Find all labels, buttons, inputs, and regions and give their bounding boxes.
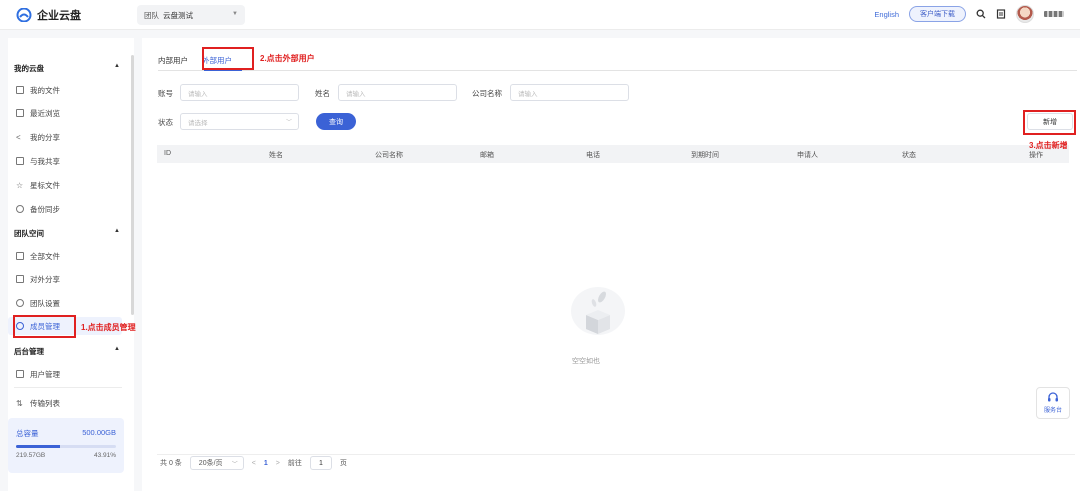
sync-icon	[16, 205, 24, 213]
storage-card: 总容量 500.00GB 219.57GB 43.91%	[8, 418, 124, 473]
empty-box-icon	[571, 287, 625, 335]
status-label: 状态	[158, 118, 173, 127]
storage-progress-bar	[16, 445, 116, 448]
chevron-down-icon: ﹀	[285, 120, 292, 126]
chevron-down-icon: ﹀	[231, 462, 238, 468]
column-phone: 电话	[586, 152, 600, 159]
user-list-icon	[16, 370, 24, 378]
column-applicant: 申请人	[797, 152, 818, 159]
column-actions: 操作	[1029, 152, 1043, 159]
cloud-logo-icon	[16, 8, 32, 22]
total-count: 共 0 条	[160, 460, 182, 467]
sidebar-item-shared-with-me[interactable]: 与我共享	[8, 152, 122, 170]
client-download-button[interactable]: 客户端下载	[909, 6, 966, 22]
name-input[interactable]: 请输入	[338, 84, 457, 101]
file-icon	[16, 86, 24, 94]
team-value: 云盘测试	[163, 10, 193, 20]
sidebar-section-team-space[interactable]: 团队空间	[14, 228, 44, 239]
document-icon[interactable]	[996, 9, 1006, 19]
column-id: ID	[164, 150, 171, 157]
sidebar-item-user-management[interactable]: 用户管理	[8, 365, 122, 383]
headset-icon	[1048, 392, 1058, 402]
chevron-down-icon: ▼	[232, 11, 238, 17]
sidebar-divider	[14, 387, 122, 388]
external-share-icon	[16, 275, 24, 283]
top-header: 企业云盘 团队 云盘测试 ▼ English 客户端下载	[0, 0, 1080, 30]
query-button[interactable]: 查询	[316, 113, 356, 130]
header-actions: English 客户端下载	[874, 5, 1064, 23]
column-name: 姓名	[269, 152, 283, 159]
goto-page-input[interactable]: 1	[309, 456, 332, 470]
table-header: ID 姓名 公司名称 邮箱 电话 到期时间 申请人 状态 操作	[157, 145, 1069, 163]
company-input[interactable]: 请输入	[510, 84, 629, 101]
status-placeholder: 请选择	[188, 119, 208, 127]
shared-file-icon	[16, 157, 24, 165]
star-icon: ☆	[16, 180, 24, 190]
team-select[interactable]: 团队 云盘测试 ▼	[137, 5, 245, 25]
account-input[interactable]: 请输入	[180, 84, 299, 101]
pagination: 共 0 条 20条/页 ﹀ < 1 > 前往 1 页	[160, 456, 347, 470]
sidebar-item-my-files[interactable]: 我的文件	[8, 81, 122, 99]
tab-internal-users[interactable]: 内部用户	[158, 52, 188, 69]
annotation-box-add	[1023, 110, 1076, 135]
team-icon	[16, 299, 24, 307]
column-status: 状态	[902, 152, 916, 159]
storage-progress-fill	[16, 445, 60, 448]
sidebar-item-my-shares[interactable]: < 我的分享	[8, 128, 122, 146]
sidebar-section-admin[interactable]: 后台管理	[14, 346, 44, 357]
annotation-box-member-management	[13, 315, 76, 338]
empty-state-text: 空空如也	[572, 358, 600, 365]
service-desk-label: 服务台	[1043, 408, 1062, 414]
team-label: 团队	[144, 10, 159, 20]
storage-total: 500.00GB	[82, 428, 116, 437]
prev-page-icon[interactable]: <	[252, 460, 256, 467]
app-name: 企业云盘	[37, 10, 81, 22]
sidebar-scrollbar[interactable]	[131, 55, 134, 315]
share-icon: <	[16, 132, 21, 142]
folder-icon	[16, 252, 24, 260]
name-label: 姓名	[315, 89, 330, 98]
language-switch[interactable]: English	[874, 10, 899, 19]
pager-divider	[157, 454, 1075, 455]
sidebar-item-all-files[interactable]: 全部文件	[8, 247, 122, 265]
search-icon[interactable]	[976, 9, 986, 19]
recent-file-icon	[16, 109, 24, 117]
column-email: 邮箱	[480, 152, 494, 159]
sidebar-item-backup-sync[interactable]: 备份同步	[8, 200, 122, 218]
column-company: 公司名称	[375, 152, 403, 159]
column-expiry: 到期时间	[691, 152, 719, 159]
page-size-select[interactable]: 20条/页 ﹀	[189, 456, 244, 470]
main-panel: 内部用户 外部用户 账号 请输入 姓名 请输入 公司名称 请输入 状态 请选择 …	[142, 38, 1080, 491]
storage-used: 219.57GB	[16, 452, 46, 459]
annotation-step1: 1.点击成员管理	[81, 323, 136, 332]
annotation-step2: 2.点击外部用户	[260, 54, 315, 63]
storage-label: 总容量	[16, 429, 39, 438]
sidebar-item-transfer-list[interactable]: ⇅ 传输列表	[8, 394, 122, 412]
status-select[interactable]: 请选择 ﹀	[180, 113, 299, 130]
transfer-icon: ⇅	[16, 398, 23, 408]
company-label: 公司名称	[472, 89, 502, 98]
sidebar-item-starred[interactable]: ☆ 星标文件	[8, 176, 122, 194]
sidebar-section-my-cloud[interactable]: 我的云盘	[14, 63, 44, 74]
account-label: 账号	[158, 89, 173, 98]
annotation-box-external-users	[202, 47, 254, 70]
app-logo[interactable]: 企业云盘	[16, 7, 81, 23]
sidebar-item-team-settings[interactable]: 团队设置	[8, 294, 122, 312]
page-suffix: 页	[339, 460, 347, 467]
current-page[interactable]: 1	[264, 460, 268, 467]
goto-label: 前往	[287, 460, 302, 467]
next-page-icon[interactable]: >	[276, 460, 280, 467]
user-name-redacted[interactable]	[1044, 11, 1064, 17]
avatar[interactable]	[1016, 5, 1034, 23]
service-desk-button[interactable]: 服务台	[1036, 387, 1070, 419]
annotation-step3: 3.点击新增	[1029, 141, 1068, 150]
storage-percent: 43.91%	[93, 452, 116, 459]
sidebar-item-recent[interactable]: 最近浏览	[8, 104, 122, 122]
tab-underline	[158, 70, 1077, 71]
sidebar-item-external-share[interactable]: 对外分享	[8, 270, 122, 288]
